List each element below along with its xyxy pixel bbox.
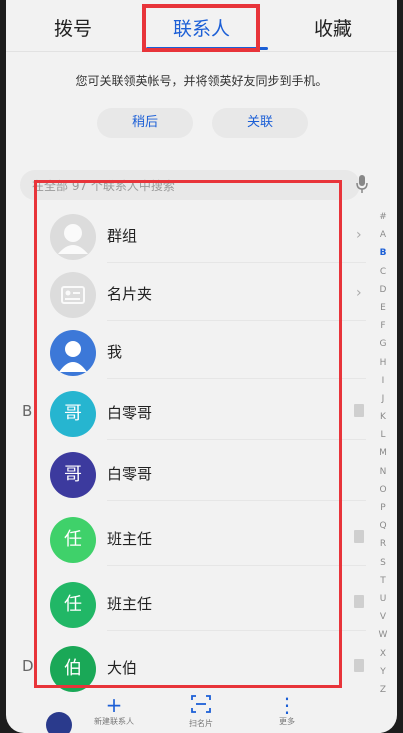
index-letter[interactable]: P	[375, 499, 391, 517]
tab-dial[interactable]: 拨号	[54, 14, 92, 41]
index-letter[interactable]: N	[375, 463, 391, 481]
linkedin-banner-text: 您可关联领英帐号，并将领英好友同步到手机。	[75, 74, 328, 88]
index-letter[interactable]: S	[375, 554, 391, 572]
chevron-right-icon: ›	[356, 227, 362, 243]
new-contact-button[interactable]: + 新建联系人	[74, 694, 154, 727]
section-header-d: D	[22, 657, 34, 675]
scan-icon	[161, 694, 241, 718]
more-button[interactable]: ⋮ 更多	[247, 694, 327, 727]
microphone-icon[interactable]	[355, 174, 369, 194]
index-letter[interactable]: R	[375, 535, 391, 553]
index-letter[interactable]: Y	[375, 663, 391, 681]
card-icon	[354, 404, 364, 417]
index-letter[interactable]: D	[375, 281, 391, 299]
card-icon	[354, 595, 364, 608]
link-account-button[interactable]: 关联	[212, 108, 308, 138]
index-letter[interactable]: #	[375, 208, 391, 226]
index-letter[interactable]: J	[375, 390, 391, 408]
chevron-right-icon: ›	[356, 285, 362, 301]
index-letter[interactable]: X	[375, 645, 391, 663]
more-label: 更多	[279, 717, 295, 726]
scan-card-button[interactable]: 扫名片	[161, 694, 241, 729]
plus-icon: +	[105, 693, 123, 717]
index-letter[interactable]: M	[375, 444, 391, 462]
tab-highlight-box	[142, 4, 260, 52]
scan-card-label: 扫名片	[189, 719, 213, 728]
tab-favorites[interactable]: 收藏	[314, 14, 352, 41]
index-letter[interactable]: U	[375, 590, 391, 608]
index-letter[interactable]: L	[375, 426, 391, 444]
index-letter[interactable]: T	[375, 572, 391, 590]
new-contact-label: 新建联系人	[94, 717, 134, 726]
index-letter[interactable]: V	[375, 608, 391, 626]
index-letter[interactable]: I	[375, 372, 391, 390]
index-letter[interactable]: E	[375, 299, 391, 317]
later-button[interactable]: 稍后	[97, 108, 193, 138]
contacts-screen: 拨号 联系人 收藏 您可关联领英帐号，并将领英好友同步到手机。 稍后 关联 在全…	[6, 0, 397, 733]
index-letter[interactable]: G	[375, 335, 391, 353]
section-header-b: B	[22, 402, 33, 420]
index-letter[interactable]: W	[375, 626, 391, 644]
alphabet-index-bar[interactable]: # A B C D E F G H I J K L M N O P Q R S …	[375, 208, 391, 699]
more-vertical-icon: ⋮	[277, 693, 297, 717]
index-letter[interactable]: K	[375, 408, 391, 426]
index-letter[interactable]: C	[375, 263, 391, 281]
list-highlight-box	[34, 180, 342, 688]
index-letter[interactable]: O	[375, 481, 391, 499]
index-letter[interactable]: H	[375, 354, 391, 372]
index-letter[interactable]: F	[375, 317, 391, 335]
card-icon	[354, 659, 364, 672]
bottom-toolbar: + 新建联系人 扫名片 ⋮ 更多	[6, 690, 397, 733]
index-letter-active[interactable]: B	[375, 244, 391, 262]
index-letter[interactable]: Q	[375, 517, 391, 535]
card-icon	[354, 530, 364, 543]
index-letter[interactable]: A	[375, 226, 391, 244]
